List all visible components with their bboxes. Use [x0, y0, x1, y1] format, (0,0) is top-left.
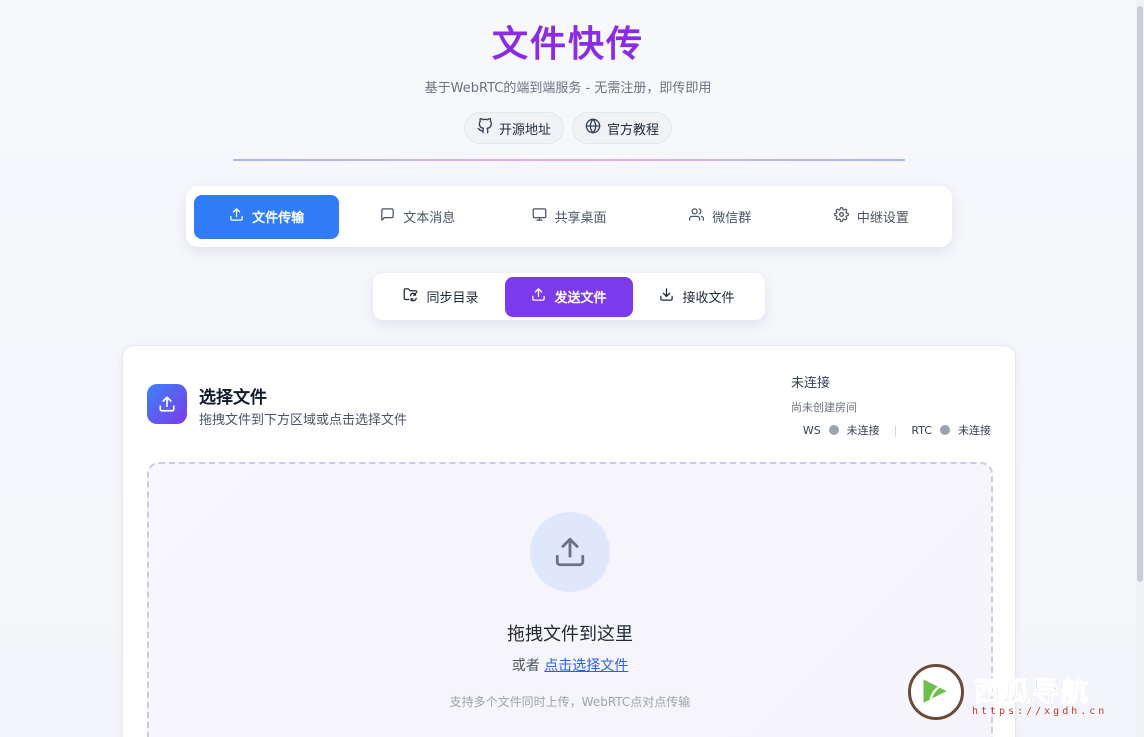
file-dropzone[interactable]: 拖拽文件到这里 或者 点击选择文件 支持多个文件同时上传，WebRTC点对点传输 — [147, 462, 993, 737]
connection-indicators: WS 未连接 | RTC 未连接 — [803, 422, 991, 438]
upload-icon — [530, 512, 610, 592]
dropzone-title: 拖拽文件到这里 — [507, 624, 633, 645]
tab-wechat-group[interactable]: 微信群 — [648, 195, 793, 239]
message-icon — [380, 207, 395, 226]
tab-text-message-label: 文本消息 — [403, 211, 456, 226]
rtc-status: 未连接 — [958, 424, 991, 437]
file-select-card: 选择文件 拖拽文件到下方区域或点击选择文件 未连接 尚未创建房间 WS 未连接 … — [122, 345, 1016, 737]
tab-share-desktop-label: 共享桌面 — [554, 211, 607, 226]
main-tab-bar: 文件传输 文本消息 共享桌面 微信群 中继设置 — [186, 186, 952, 247]
ws-status-dot — [828, 425, 839, 435]
users-icon — [689, 207, 705, 226]
subtab-send-file[interactable]: 发送文件 — [505, 276, 633, 317]
header: 文件快传 基于WebRTC的端到端服务 - 无需注册，即传即用 开源地址 官方教… — [0, 22, 1136, 144]
upload-icon — [531, 287, 546, 306]
tab-relay-settings-label: 中继设置 — [856, 211, 909, 226]
upload-icon — [147, 384, 187, 424]
watermelon-logo-icon — [908, 664, 964, 720]
official-tutorial-link[interactable]: 官方教程 — [572, 112, 673, 144]
dropzone-or-line: 或者 点击选择文件 — [149, 655, 991, 675]
card-title: 选择文件 — [199, 388, 267, 408]
dropzone-or-text: 或者 — [511, 658, 540, 674]
watermark-url: https://xgdh.cn — [972, 706, 1108, 717]
sub-tab-bar: 同步目录 发送文件 接收文件 — [373, 273, 765, 320]
download-icon — [659, 287, 674, 306]
watermark: 西瓜导航 https://xgdh.cn — [908, 662, 1128, 724]
monitor-icon — [532, 207, 547, 226]
ws-label: WS — [802, 423, 821, 437]
scrollbar-thumb[interactable] — [1137, 6, 1143, 582]
header-divider — [233, 159, 905, 161]
ws-status: 未连接 — [846, 424, 880, 437]
subtab-receive-file[interactable]: 接收文件 — [633, 277, 761, 317]
tab-text-message[interactable]: 文本消息 — [345, 195, 490, 239]
rtc-label: RTC — [911, 423, 932, 437]
room-status: 尚未创建房间 — [791, 401, 857, 414]
upload-icon — [229, 207, 244, 226]
subtab-receive-file-label: 接收文件 — [682, 291, 735, 306]
connection-status-main: 未连接 — [791, 376, 831, 391]
header-links: 开源地址 官方教程 — [0, 112, 1136, 144]
connection-status: 未连接 尚未创建房间 WS 未连接 | RTC 未连接 — [791, 372, 991, 442]
page-scrollbar[interactable] — [1136, 0, 1144, 737]
card-description: 拖拽文件到下方区域或点击选择文件 — [199, 413, 408, 428]
select-file-link[interactable]: 点击选择文件 — [544, 658, 628, 674]
page-title: 文件快传 — [491, 24, 644, 65]
tab-relay-settings[interactable]: 中继设置 — [799, 195, 944, 239]
tab-share-desktop[interactable]: 共享桌面 — [496, 195, 641, 239]
official-tutorial-label: 官方教程 — [607, 122, 660, 138]
subtab-sync-directory[interactable]: 同步目录 — [377, 277, 505, 317]
watermark-text: 西瓜导航 — [974, 677, 1090, 709]
page-subtitle: 基于WebRTC的端到端服务 - 无需注册，即传即用 — [424, 81, 712, 96]
status-separator: | — [893, 423, 898, 437]
tab-file-transfer-label: 文件传输 — [252, 211, 305, 226]
tab-wechat-group-label: 微信群 — [712, 211, 752, 226]
globe-icon — [585, 118, 601, 138]
open-source-link[interactable]: 开源地址 — [463, 112, 564, 144]
subtab-sync-directory-label: 同步目录 — [426, 291, 479, 306]
gear-icon — [833, 207, 849, 226]
dropzone-hint: 支持多个文件同时上传，WebRTC点对点传输 — [449, 695, 691, 709]
subtab-send-file-label: 发送文件 — [554, 291, 607, 306]
rtc-status-dot — [940, 425, 950, 435]
github-icon — [477, 117, 493, 138]
folder-sync-icon — [403, 287, 418, 306]
open-source-label: 开源地址 — [498, 122, 551, 138]
tab-file-transfer[interactable]: 文件传输 — [194, 194, 340, 239]
